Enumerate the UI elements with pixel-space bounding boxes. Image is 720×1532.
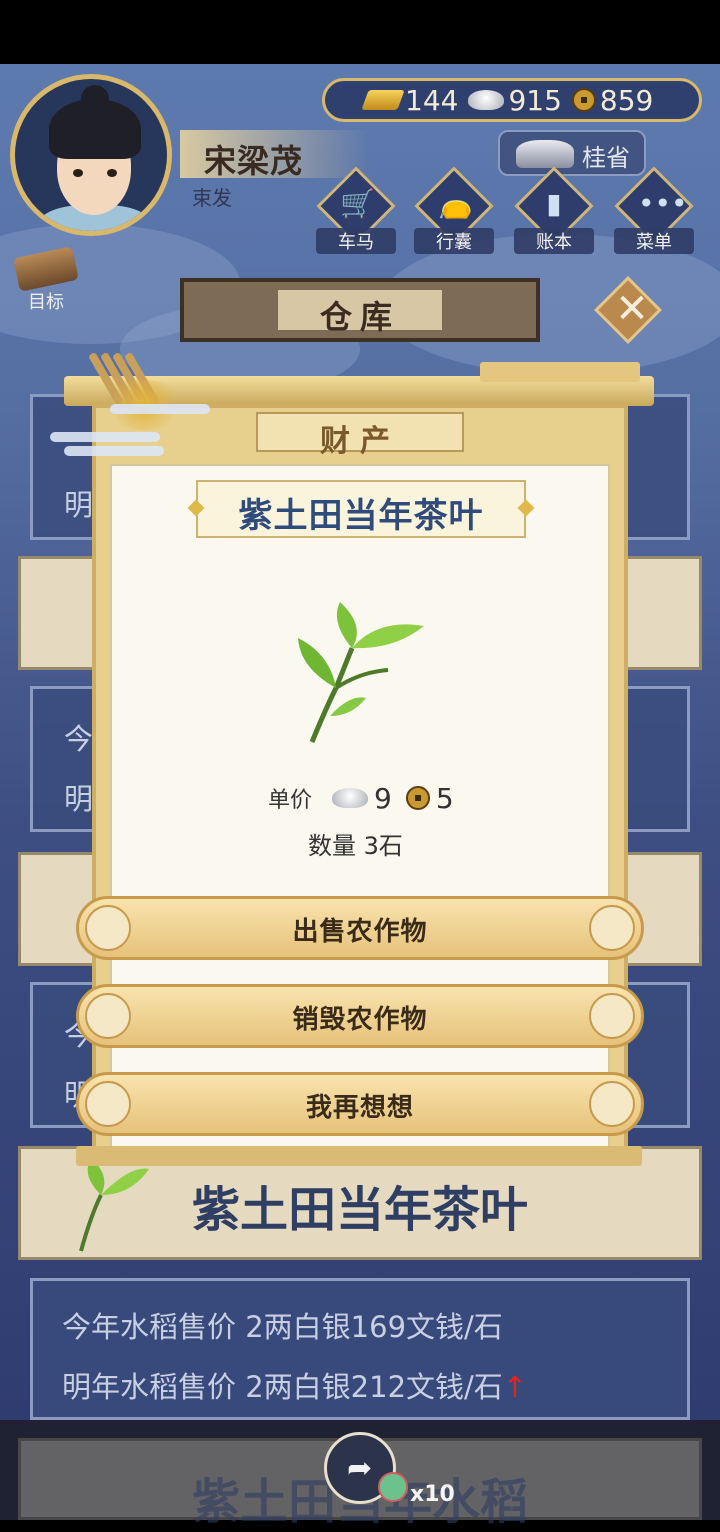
dialog-header: 财产 <box>256 412 464 459</box>
gold-amount: 144 <box>405 83 459 117</box>
unit-price-silver: 9 <box>374 781 392 815</box>
player-age-title: 束发 <box>192 186 232 210</box>
list-text-fragment: 明 <box>64 782 94 816</box>
copper-coin-icon <box>571 88 596 112</box>
tea-leaf-icon <box>298 602 424 743</box>
warehouse-title-banner: 仓库 <box>180 278 540 342</box>
list-item-title: 紫土田当年茶叶 <box>192 1182 529 1238</box>
item-name: 紫土田当年茶叶 <box>238 496 484 536</box>
silver-ingot-icon <box>332 788 369 808</box>
cloud-swirl <box>110 404 210 414</box>
cloud-swirl <box>50 432 160 442</box>
menu-bag-button[interactable]: 👝 行囊 <box>414 166 494 254</box>
sell-crop-button[interactable]: 出售农作物 <box>76 896 644 960</box>
arrow-up-icon: ↑ <box>502 1370 528 1404</box>
price-next-year: 明年水稻售价 2两白银212文钱/石 <box>62 1370 503 1404</box>
button-label: 出售农作物 <box>292 917 428 947</box>
dialog-title: 财产 <box>320 424 400 459</box>
tea-leaf-icon <box>79 1159 149 1252</box>
copper-amount: 859 <box>599 83 654 117</box>
menu-label: 菜单 <box>614 228 694 254</box>
currency-bar: 144 915 859 <box>322 78 702 122</box>
more-icon: ••• <box>638 187 688 220</box>
copper-coin-icon <box>405 786 430 810</box>
cloud-swirl <box>64 446 164 456</box>
flatiron-icon <box>516 140 574 168</box>
destroy-crop-button[interactable]: 销毁农作物 <box>76 984 644 1048</box>
item-name-plate: 紫土田当年茶叶 <box>187 480 535 538</box>
player-name: 宋梁茂 <box>204 142 304 180</box>
silver-amount: 915 <box>508 83 562 117</box>
location-label: 桂省 <box>582 144 630 172</box>
share-icon: ➦ <box>347 1451 373 1486</box>
gold-ingot-icon <box>361 90 405 110</box>
unit-price-label: 单价 <box>268 788 313 813</box>
price-this-year: 今年水稻售价 2两白银169文钱/石 <box>62 1310 503 1344</box>
menu-more-button[interactable]: ••• 菜单 <box>614 166 694 254</box>
carriage-icon: 🛒 <box>340 187 375 220</box>
warehouse-title: 仓库 <box>319 298 400 336</box>
list-text-fragment: 今 <box>64 722 94 756</box>
dialog-bottom-beam <box>76 1146 642 1166</box>
menu-ledger-button[interactable]: ▮ 账本 <box>514 166 594 254</box>
menu-label: 行囊 <box>414 228 494 254</box>
close-icon: ✕ <box>615 286 649 332</box>
goal-label: 目标 <box>28 292 64 313</box>
unit-price-row: 单价 9 5 <box>268 780 462 816</box>
menu-carriage-button[interactable]: 🛒 车马 <box>316 166 396 254</box>
button-label: 我再想想 <box>305 1093 414 1123</box>
bag-icon: 👝 <box>438 187 473 220</box>
unit-price-copper: 5 <box>435 781 454 815</box>
list-text-fragment: 明 <box>64 488 94 522</box>
player-avatar[interactable] <box>10 74 172 236</box>
jade-token-icon <box>378 1472 408 1502</box>
menu-label: 账本 <box>514 228 594 254</box>
reconsider-button[interactable]: 我再想想 <box>76 1072 644 1136</box>
share-reward-count: x10 <box>410 1482 455 1507</box>
price-next-year-row: 明年水稻售价 2两白银212文钱/石↑ <box>62 1364 527 1406</box>
location-button[interactable]: 桂省 <box>498 130 646 176</box>
quantity-text: 数量 3石 <box>308 832 403 860</box>
dialog-roof <box>480 362 640 382</box>
silver-ingot-icon <box>468 90 505 110</box>
status-bar <box>0 0 720 64</box>
menu-label: 车马 <box>316 228 396 254</box>
button-label: 销毁农作物 <box>292 1005 428 1035</box>
ledger-icon: ▮ <box>546 187 562 220</box>
